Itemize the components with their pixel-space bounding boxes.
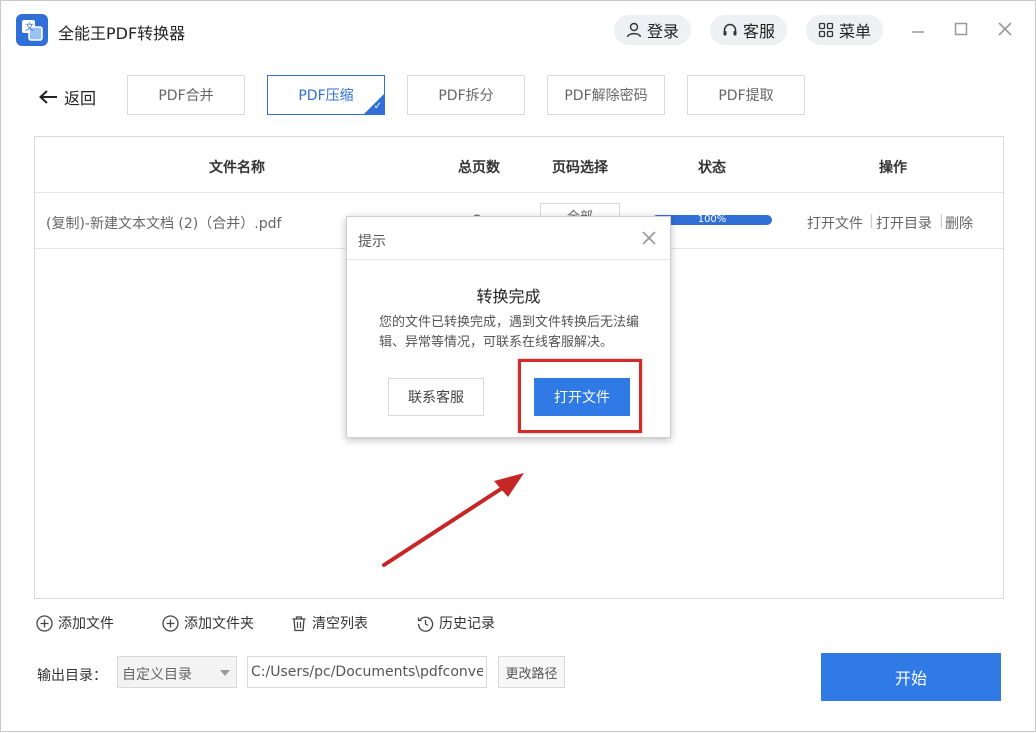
close-icon [642,231,656,245]
annotation-highlight-box [518,359,642,433]
app-window: 文 全能王PDF转换器 登录 客服 菜单 返回 PDF合并 PDF压缩 ✓ PD… [0,0,1036,732]
dialog-heading: 转换完成 [476,287,541,306]
dialog-title: 提示 [358,234,386,250]
dialog-message: 您的文件已转换完成，遇到文件转换后无法编辑、异常等情况，可联系在线客服解决。 [379,315,640,350]
dialog-close-button[interactable] [640,229,658,247]
dialog-header: 提示 [347,217,670,260]
contact-support-button[interactable]: 联系客服 [388,378,484,416]
